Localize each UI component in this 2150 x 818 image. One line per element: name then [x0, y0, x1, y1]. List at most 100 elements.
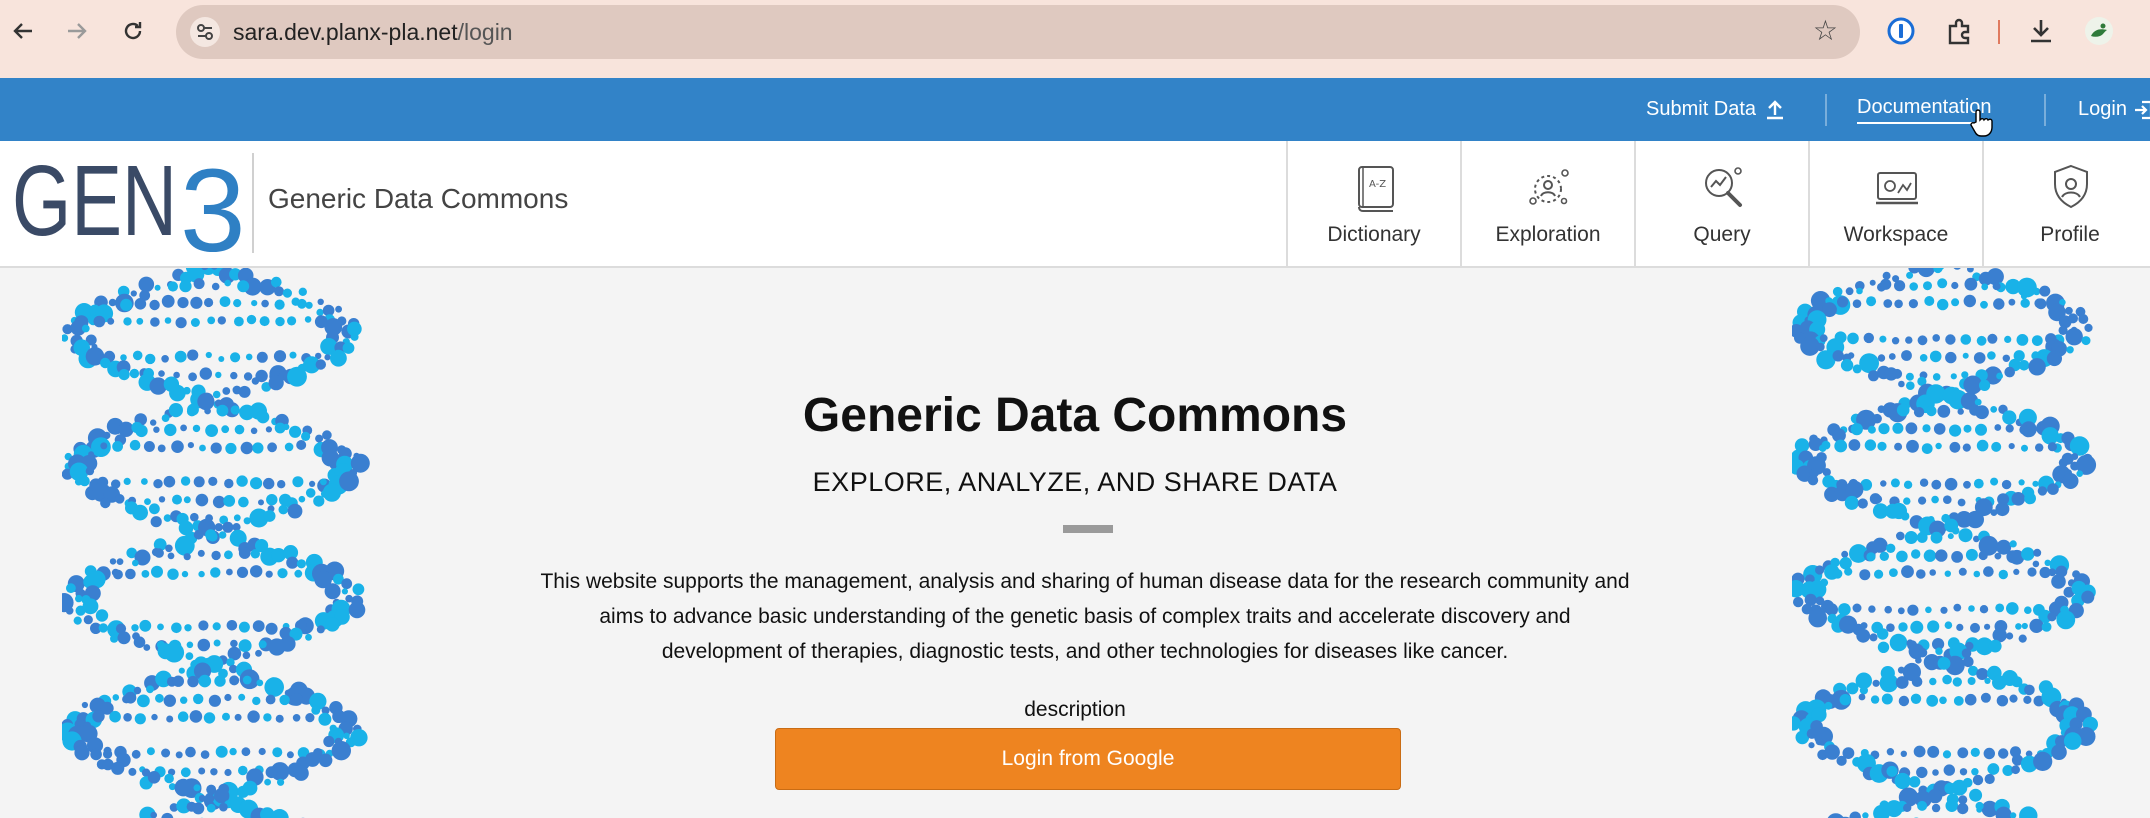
dna-dot: [1983, 566, 1994, 577]
dna-dot: [1886, 765, 1898, 777]
dna-dot: [2039, 285, 2051, 297]
dna-dot: [1927, 620, 1940, 633]
dna-dot: [229, 747, 237, 756]
dna-dot: [1898, 622, 1908, 632]
dna-dot: [1874, 569, 1884, 579]
back-button[interactable]: [8, 16, 38, 46]
dna-dot: [238, 496, 249, 508]
dna-dot: [1944, 621, 1953, 629]
dna-dot: [229, 675, 240, 686]
tab-exploration[interactable]: Exploration: [1460, 141, 1634, 266]
dna-dot: [1937, 298, 1949, 311]
dna-dot: [204, 297, 214, 308]
dna-dot: [177, 297, 189, 309]
dna-dot: [226, 620, 238, 631]
svg-text:GEN: GEN: [12, 151, 177, 257]
dna-dot: [278, 504, 289, 515]
dna-dot: [184, 624, 192, 632]
dna-dot: [212, 622, 221, 631]
dna-dot: [1925, 606, 1932, 614]
dna-dot: [1971, 768, 1979, 776]
workspace-icon: [1876, 172, 1918, 205]
dna-dot: [161, 355, 169, 363]
dna-dot: [265, 570, 273, 578]
reload-button[interactable]: [118, 16, 148, 46]
dna-dot: [2006, 550, 2020, 564]
dna-dot: [1832, 350, 1844, 362]
extensions-puzzle-icon[interactable]: [1944, 16, 1974, 46]
dna-dot: [1844, 495, 1859, 510]
profile-avatar-icon[interactable]: [2084, 16, 2114, 46]
page-subtitle: EXPLORE, ANALYZE, AND SHARE DATA: [812, 467, 1338, 497]
dna-dot: [2015, 623, 2022, 630]
dna-dot: [198, 674, 212, 688]
dna-dot: [2021, 622, 2028, 630]
login-description-label: description: [1024, 698, 1126, 721]
dna-dot: [1816, 342, 1825, 352]
dna-dot: [2081, 590, 2095, 604]
dna-dot: [1905, 336, 1913, 344]
dna-dot: [2084, 323, 2093, 332]
dna-dot: [132, 559, 139, 567]
download-icon[interactable]: [2026, 16, 2056, 46]
dna-dot: [120, 298, 133, 311]
dna-dot: [1816, 350, 1836, 370]
toolbar-separator: [1998, 20, 2000, 44]
dna-dot: [341, 588, 348, 595]
dna-dot: [238, 639, 252, 653]
dna-dot: [350, 332, 359, 341]
dna-dot: [1869, 633, 1878, 642]
dna-dot: [1868, 605, 1876, 613]
login-link[interactable]: Login: [2078, 78, 2150, 141]
address-bar[interactable]: sara.dev.planx-pla.net/login ☆: [176, 5, 1860, 59]
dna-dot: [245, 353, 253, 361]
dna-dot: [136, 317, 144, 325]
dna-dot: [2031, 335, 2043, 346]
password-manager-icon[interactable]: [1886, 16, 1916, 46]
dna-dot: [2032, 560, 2040, 568]
bookmark-star-icon[interactable]: ☆: [1813, 17, 1838, 45]
dna-dot: [1845, 287, 1854, 296]
forward-button[interactable]: [62, 16, 92, 46]
dna-dot: [157, 444, 166, 453]
dna-dot: [1958, 795, 1968, 805]
dna-dot: [2066, 346, 2074, 354]
dna-dot: [1857, 498, 1868, 509]
dna-dot: [186, 641, 194, 649]
site-info-button[interactable]: [190, 17, 220, 47]
dna-dot: [1958, 567, 1967, 576]
tab-profile[interactable]: Profile: [1982, 141, 2150, 266]
tab-workspace[interactable]: Workspace: [1808, 141, 1982, 266]
dna-dot: [188, 372, 197, 382]
dna-dot: [1906, 271, 1914, 279]
dna-dot: [1872, 679, 1880, 687]
dna-dot: [178, 667, 185, 674]
tab-query[interactable]: Query: [1634, 141, 1808, 266]
login-google-button[interactable]: Login from Google: [775, 728, 1401, 790]
dna-dot: [146, 747, 155, 756]
dna-dot: [167, 281, 178, 292]
dna-dot: [1884, 605, 1892, 614]
gen3-logo[interactable]: GEN 3: [12, 151, 242, 257]
dna-dot: [1908, 299, 1918, 309]
dna-dot: [2020, 293, 2028, 300]
dna-dot: [118, 369, 130, 381]
dna-dot: [242, 675, 252, 685]
dna-dot: [180, 767, 191, 778]
dna-dot: [2051, 574, 2066, 589]
dna-dot: [110, 634, 119, 643]
dna-dot: [1951, 298, 1960, 307]
dna-dot: [197, 549, 205, 557]
dna-dot: [1937, 278, 1948, 289]
dna-dot: [2013, 568, 2020, 575]
dna-dot: [1880, 278, 1892, 290]
dna-dot: [1952, 677, 1962, 687]
reload-icon: [124, 22, 142, 40]
dna-dot: [1961, 648, 1972, 658]
tab-dictionary[interactable]: A-Z Dictionary: [1286, 141, 1460, 266]
brand-name: Generic Data Commons: [268, 183, 569, 214]
submit-data-link[interactable]: Submit Data: [1646, 78, 1786, 141]
dna-dot: [265, 766, 278, 779]
dna-dot: [1929, 350, 1942, 363]
dna-dot: [1888, 353, 1896, 360]
